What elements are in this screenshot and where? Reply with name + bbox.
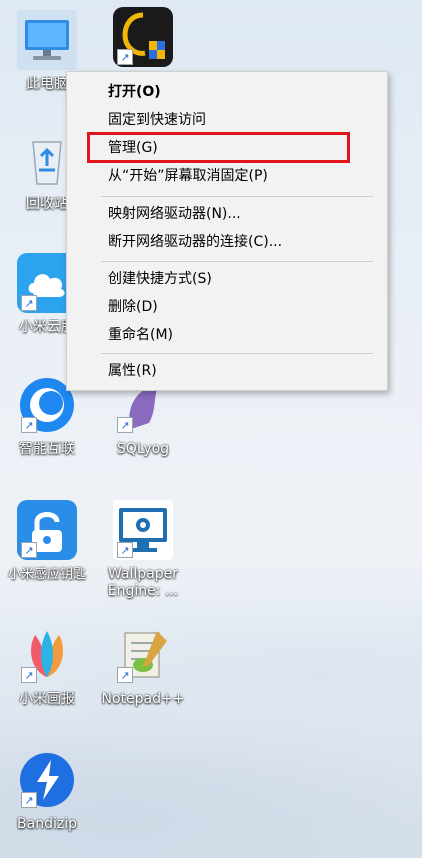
menu-item-rename[interactable]: 重命名(M) [67,321,387,349]
menu-item-open[interactable]: 打开(O) [67,78,387,106]
icon-label: Wallpaper Engine: ... [107,566,179,599]
menu-item-map-drive[interactable]: 映射网络驱动器(N)... [67,200,387,228]
menu-item-delete[interactable]: 删除(D) [67,293,387,321]
icon-label: 智能互联 [19,441,75,457]
highlight-box [87,132,350,163]
menu-item-pin-quick-access[interactable]: 固定到快速访问 [67,106,387,134]
shortcut-arrow-icon: ↗ [117,667,133,683]
menu-item-disconnect-drive[interactable]: 断开网络驱动器的连接(C)... [67,228,387,256]
context-menu: 打开(O) 固定到快速访问 管理(G) 从“开始”屏幕取消固定(P) 映射网络驱… [66,71,388,391]
monitor-gear-icon: ↗ [113,500,173,560]
shortcut-arrow-icon: ↗ [21,542,37,558]
menu-separator [101,353,373,354]
desktop-icon-mi-key[interactable]: ↗ 小米感应钥匙 [4,500,90,583]
desktop-icon-mi-wallpaper[interactable]: ↗ 小米画报 [4,625,90,708]
petals-icon: ↗ [17,625,77,685]
desktop-icon-bandizip[interactable]: ↗ Bandizip [4,750,90,833]
shortcut-arrow-icon: ↗ [21,792,37,808]
icon-label: Bandizip [17,816,77,832]
shortcut-arrow-icon: ↗ [117,417,133,433]
shortcut-arrow-icon: ↗ [117,542,133,558]
icon-label: Notepad++ [101,691,185,707]
menu-item-create-shortcut[interactable]: 创建快捷方式(S) [67,265,387,293]
desktop-icon-notepad-plus[interactable]: ↗ Notepad++ [100,625,186,708]
shortcut-arrow-icon: ↗ [117,49,133,65]
shortcut-arrow-icon: ↗ [21,667,37,683]
lightning-icon: ↗ [17,750,77,810]
icon-label: SQLyog [116,441,170,457]
lock-icon: ↗ [17,500,77,560]
desktop-icon-app[interactable]: ↗ [100,7,186,73]
desktop: 此电脑 ↗ 回收站 ↗ 小米云服 ↗ 智能互联 ↗ SQLyog ↗ 小米感应钥… [0,0,422,858]
shortcut-arrow-icon: ↗ [21,295,37,311]
menu-item-properties[interactable]: 属性(R) [67,357,387,385]
shortcut-arrow-icon: ↗ [21,417,37,433]
menu-separator [101,261,373,262]
notepad-icon: ↗ [113,625,173,685]
icon-label: 小米画报 [19,691,75,707]
app-shield-icon: ↗ [113,7,173,67]
computer-icon [17,10,77,70]
desktop-icon-wallpaper-engine[interactable]: ↗ Wallpaper Engine: ... [100,500,186,600]
menu-separator [101,196,373,197]
icon-label: 小米感应钥匙 [7,567,86,582]
menu-item-unpin-start[interactable]: 从“开始”屏幕取消固定(P) [67,162,387,190]
